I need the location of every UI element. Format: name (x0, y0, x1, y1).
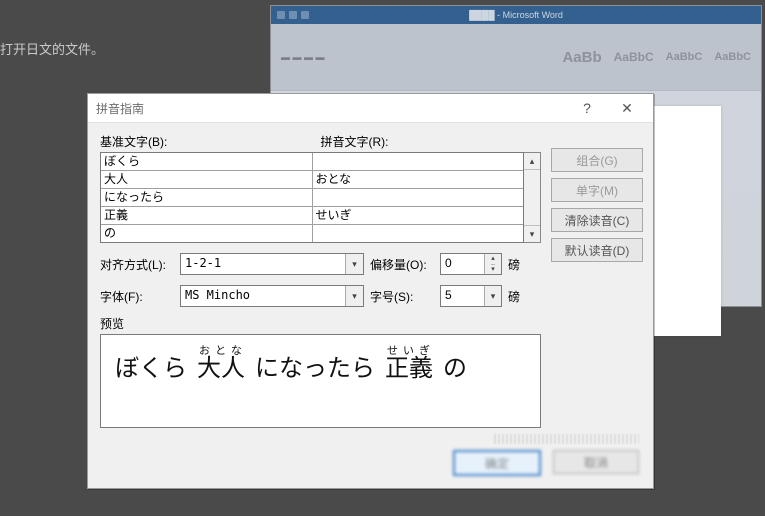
combine-button[interactable]: 组合(G) (551, 148, 643, 172)
ok-button[interactable]: 确定 (453, 450, 541, 476)
preview-pane: ぼくら大人おとなになったら正義せいぎの (100, 334, 541, 428)
phonetic-guide-dialog: 拼音指南 ? ✕ 基准文字(B): 拼音文字(R): ぼくら 大人おとな になっ… (87, 93, 654, 489)
size-combo[interactable]: 5 ▾ (440, 285, 502, 307)
preview-text: の (443, 348, 467, 383)
base-cell[interactable]: ぼくら (101, 153, 312, 170)
alignment-combo[interactable]: 1-2-1 ▾ (180, 253, 364, 275)
base-cell[interactable]: 正義 (101, 207, 312, 224)
ruby-cell[interactable]: おとな (312, 171, 524, 188)
dialog-titlebar: 拼音指南 ? ✕ (88, 94, 653, 123)
dialog-footer: 确定 取消 (88, 440, 653, 488)
base-cell[interactable]: 大人 (101, 171, 312, 188)
ruby-cell[interactable] (312, 189, 524, 206)
preview-ruby: 正義せいぎ (385, 345, 433, 383)
offset-unit: 磅 (508, 256, 524, 273)
chevron-down-icon: ▾ (345, 286, 363, 306)
help-button[interactable]: ? (567, 96, 607, 120)
page-bottom-strip (0, 516, 765, 528)
ruby-grid: ぼくら 大人おとな になったら 正義せいぎ の ▴ ▾ (100, 152, 541, 243)
ruby-cell[interactable] (312, 153, 524, 170)
spin-down-icon[interactable]: ▾ (491, 264, 495, 275)
close-button[interactable]: ✕ (607, 96, 647, 120)
preview-ruby: 大人おとな (197, 345, 245, 383)
scroll-up-icon[interactable]: ▴ (524, 153, 540, 170)
preview-text: ぼくら (115, 348, 187, 383)
font-combo[interactable]: MS Mincho ▾ (180, 285, 364, 307)
cancel-button[interactable]: 取消 (553, 450, 639, 474)
clear-reading-button[interactable]: 清除读音(C) (551, 208, 643, 232)
background-text: 打开日文的文件。 (0, 39, 104, 58)
spin-up-icon[interactable]: ▴ (491, 254, 495, 264)
single-char-button[interactable]: 单字(M) (551, 178, 643, 202)
chevron-down-icon: ▾ (491, 291, 496, 302)
ruby-cell[interactable]: せいぎ (312, 207, 524, 224)
dialog-title: 拼音指南 (96, 100, 567, 117)
base-cell[interactable]: の (101, 225, 312, 242)
chevron-down-icon: ▾ (345, 254, 363, 274)
offset-spinner[interactable]: 0 ▴▾ (440, 253, 502, 275)
default-reading-button[interactable]: 默认读音(D) (551, 238, 643, 262)
scroll-stub (494, 434, 639, 444)
offset-label: 偏移量(O): (370, 256, 434, 273)
base-text-header: 基准文字(B): (100, 133, 321, 150)
ruby-text-header: 拼音文字(R): (321, 133, 542, 150)
preview-label: 预览 (100, 315, 541, 332)
size-label: 字号(S): (370, 288, 434, 305)
ruby-cell[interactable] (312, 225, 524, 242)
preview-text: になったら (255, 348, 375, 383)
scroll-down-icon[interactable]: ▾ (524, 225, 540, 242)
grid-scrollbar[interactable]: ▴ ▾ (524, 152, 541, 243)
size-unit: 磅 (508, 288, 524, 305)
font-label: 字体(F): (100, 288, 174, 305)
base-cell[interactable]: になったら (101, 189, 312, 206)
alignment-label: 对齐方式(L): (100, 256, 174, 273)
